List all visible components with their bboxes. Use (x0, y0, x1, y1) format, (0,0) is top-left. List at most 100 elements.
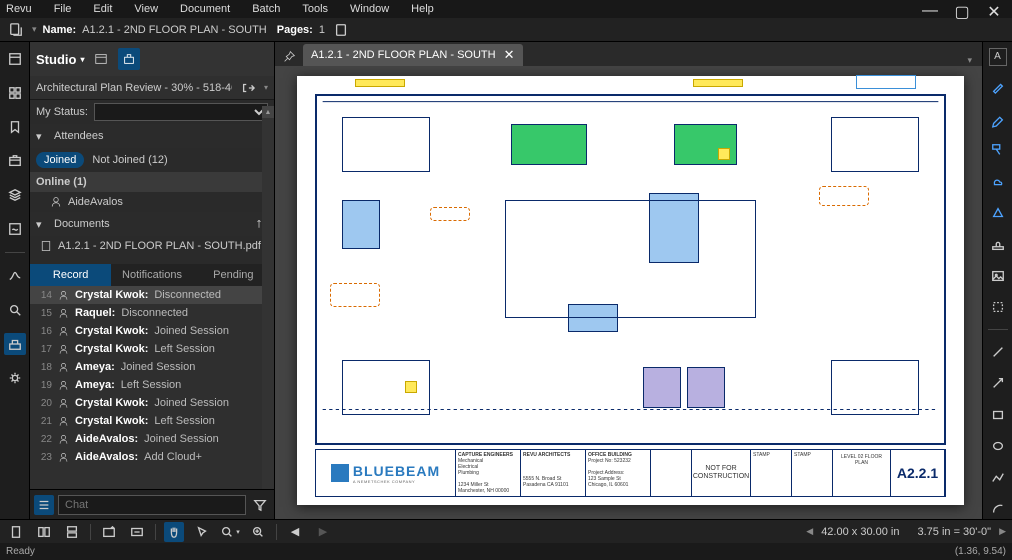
maximize-button[interactable]: ▢ (952, 2, 972, 22)
chat-input[interactable] (58, 495, 246, 515)
mystatus-select[interactable] (94, 103, 268, 121)
single-page-icon[interactable] (6, 522, 26, 542)
status-ready: Ready (6, 546, 35, 557)
bluebeam-logo-icon (331, 464, 349, 482)
user-icon (50, 196, 62, 208)
crop-icon[interactable] (988, 298, 1008, 317)
next-view-icon[interactable]: ▶ (313, 522, 333, 542)
shape-tool-icon[interactable] (988, 203, 1008, 222)
highlighter-icon[interactable] (988, 109, 1008, 128)
polyline-icon[interactable] (988, 468, 1008, 487)
user-icon (58, 398, 69, 409)
select-tool-icon[interactable] (192, 522, 212, 542)
callout-icon[interactable] (988, 140, 1008, 159)
zoom-dropdown-icon[interactable]: ▾ (220, 522, 240, 542)
sheet-number: A2.2.1 (891, 450, 945, 496)
menu-document[interactable]: Document (180, 3, 230, 15)
documents-header[interactable]: ▾Documents (30, 212, 274, 236)
record-row[interactable]: 22AideAvalos:Joined Session (30, 430, 274, 448)
properties-gear-icon[interactable] (4, 367, 26, 389)
attendees-header[interactable]: ▾Attendees (30, 124, 274, 148)
user-icon (58, 290, 69, 301)
record-row[interactable]: 14Crystal Kwok:Disconnected (30, 286, 274, 304)
record-list: 14Crystal Kwok:Disconnected15Raquel:Disc… (30, 286, 274, 489)
file-access-icon[interactable] (4, 48, 26, 70)
record-row[interactable]: 21Crystal Kwok:Left Session (30, 412, 274, 430)
menu-tools[interactable]: Tools (302, 3, 328, 15)
scroll-up-button[interactable]: ▲ (262, 106, 274, 118)
tab-record[interactable]: Record (30, 264, 111, 286)
leave-session-icon[interactable] (238, 78, 258, 98)
record-row[interactable]: 17Crystal Kwok:Left Session (30, 340, 274, 358)
joined-pill[interactable]: Joined (36, 152, 84, 168)
split-vert-icon[interactable] (34, 522, 54, 542)
filter-icon[interactable] (250, 495, 270, 515)
layers-icon[interactable] (4, 184, 26, 206)
rectangle-icon[interactable] (988, 405, 1008, 424)
search-icon[interactable] (4, 299, 26, 321)
prev-view-icon[interactable]: ◀ (285, 522, 305, 542)
record-row[interactable]: 16Crystal Kwok:Joined Session (30, 322, 274, 340)
scale-caret-right[interactable]: ▶ (999, 526, 1006, 537)
menu-window[interactable]: Window (350, 3, 389, 15)
pen-tool-icon[interactable] (988, 78, 1008, 97)
scale-caret-left[interactable]: ◀ (806, 526, 813, 537)
projects-icon[interactable] (118, 48, 140, 70)
thumbnails-icon[interactable] (4, 82, 26, 104)
page-count: 1 (319, 24, 325, 36)
drawing-canvas[interactable]: BLUEBEAM A NEMETSCHEK COMPANY CAPTURE EN… (275, 66, 982, 519)
document-tab[interactable]: A1.2.1 - 2ND FLOOR PLAN - SOUTH ✕ (303, 44, 523, 66)
signatures-icon[interactable] (4, 218, 26, 240)
split-horiz-icon[interactable] (62, 522, 82, 542)
menu-edit[interactable]: Edit (93, 3, 112, 15)
record-row[interactable]: 23AideAvalos:Add Cloud+ (30, 448, 274, 466)
cloud-icon[interactable] (988, 172, 1008, 191)
bookmarks-icon[interactable] (4, 116, 26, 138)
pin-icon[interactable] (279, 46, 299, 66)
arrow-tool-icon[interactable] (988, 374, 1008, 393)
session-name: Architectural Plan Review - 30% - 518-46… (36, 82, 232, 94)
document-row[interactable]: A1.2.1 - 2ND FLOOR PLAN - SOUTH.pdf (30, 236, 274, 256)
zoom-extents-icon[interactable] (248, 522, 268, 542)
menu-batch[interactable]: Batch (252, 3, 280, 15)
online-header: Online (1) (30, 172, 274, 192)
studio-dropdown[interactable]: Studio▾ (36, 52, 84, 67)
cursor-coords: (1.36, 9.54) (955, 546, 1006, 557)
new-doc-button[interactable] (6, 20, 26, 40)
page-nav-button[interactable] (331, 20, 351, 40)
fit-page-icon[interactable] (127, 522, 147, 542)
user-icon (58, 452, 69, 463)
attendee-row[interactable]: AideAvalos (30, 192, 274, 212)
record-row[interactable]: 20Crystal Kwok:Joined Session (30, 394, 274, 412)
list-view-icon[interactable] (34, 495, 54, 515)
record-row[interactable]: 19Ameya:Left Session (30, 376, 274, 394)
menu-revu[interactable]: Revu (6, 3, 32, 15)
toolchest-icon[interactable] (4, 150, 26, 172)
sessions-icon[interactable] (90, 48, 112, 70)
user-icon (58, 362, 69, 373)
studio-icon[interactable] (4, 333, 26, 355)
ellipse-icon[interactable] (988, 437, 1008, 456)
tab-notifications[interactable]: Notifications (111, 264, 192, 286)
menu-view[interactable]: View (134, 3, 158, 15)
tab-overflow-icon[interactable]: ▾ (961, 55, 978, 66)
pan-tool-icon[interactable] (164, 522, 184, 542)
markups-icon[interactable] (4, 265, 26, 287)
minimize-button[interactable]: — (920, 2, 940, 22)
record-row[interactable]: 18Ameya:Joined Session (30, 358, 274, 376)
record-row[interactable]: 15Raquel:Disconnected (30, 304, 274, 322)
title-bar: ▾ Name: A1.2.1 - 2ND FLOOR PLAN - SOUTH … (0, 18, 1012, 42)
user-icon (58, 326, 69, 337)
stamp-icon[interactable] (988, 235, 1008, 254)
bluebeam-logo-text: BLUEBEAM (353, 463, 440, 479)
image-icon[interactable] (988, 266, 1008, 285)
menu-file[interactable]: File (54, 3, 72, 15)
notjoined-text[interactable]: Not Joined (12) (92, 154, 167, 166)
close-button[interactable]: ✕ (984, 2, 1004, 22)
arc-icon[interactable] (988, 499, 1008, 518)
text-tool-icon[interactable]: A (989, 48, 1007, 66)
snapshot-icon[interactable] (99, 522, 119, 542)
line-tool-icon[interactable] (988, 342, 1008, 361)
menu-help[interactable]: Help (411, 3, 434, 15)
close-tab-icon[interactable]: ✕ (504, 47, 515, 63)
